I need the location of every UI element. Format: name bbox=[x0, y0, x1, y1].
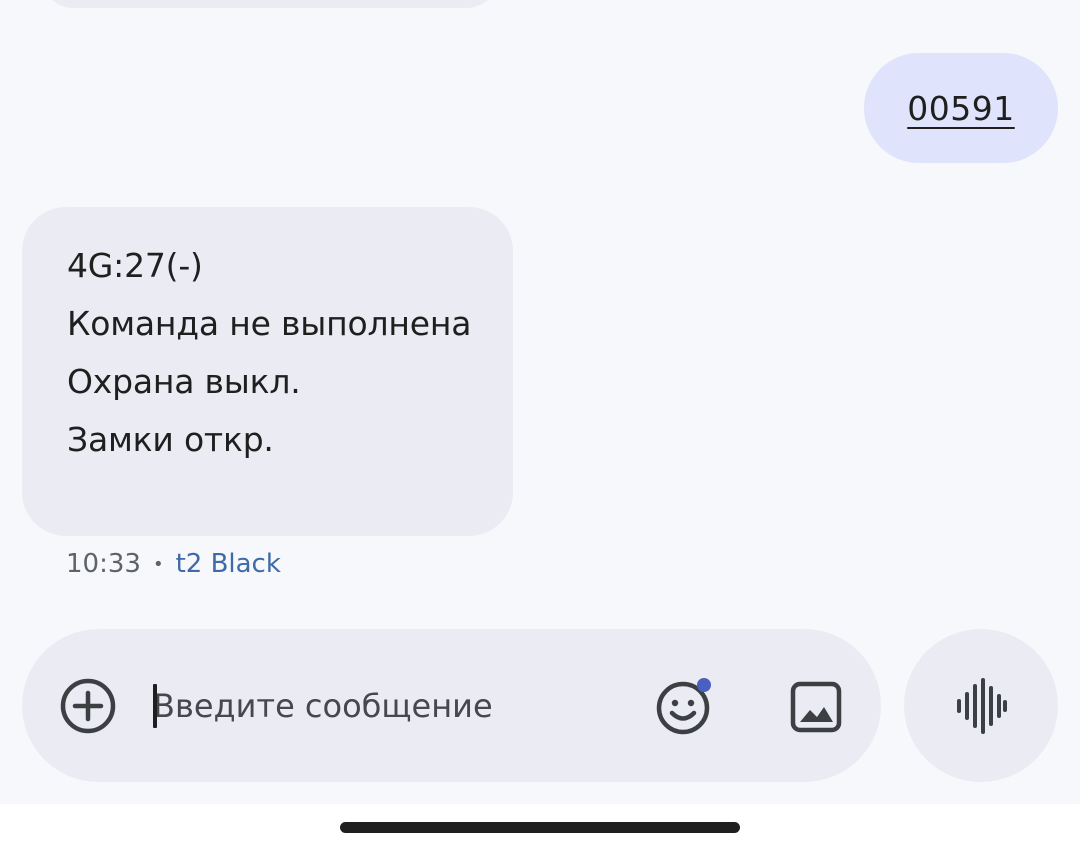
outgoing-message-text[interactable]: 00591 bbox=[907, 89, 1014, 128]
sim-label: t2 Black bbox=[175, 549, 281, 579]
outgoing-message-bubble[interactable]: 00591 bbox=[864, 53, 1058, 163]
image-icon bbox=[790, 681, 842, 733]
message-composer bbox=[22, 629, 881, 782]
message-timestamp: 10:33 bbox=[66, 549, 141, 579]
meta-separator: • bbox=[152, 553, 164, 575]
home-gesture-handle[interactable] bbox=[340, 822, 740, 833]
incoming-message-line: Замки откр. bbox=[67, 420, 274, 459]
add-circle-icon bbox=[60, 678, 116, 734]
previous-message-bubble[interactable] bbox=[40, 0, 500, 8]
notification-dot bbox=[697, 678, 711, 692]
voice-waveform-icon bbox=[957, 677, 1007, 734]
incoming-message-line: 4G:27(-) bbox=[67, 246, 203, 285]
message-meta: 10:33 • t2 Black bbox=[66, 549, 281, 579]
add-attachment-button[interactable] bbox=[59, 677, 117, 735]
navigation-bar bbox=[0, 804, 1080, 849]
incoming-message-line: Команда не выполнена bbox=[67, 304, 472, 343]
incoming-message-line: Охрана выкл. bbox=[67, 362, 301, 401]
message-input[interactable] bbox=[153, 673, 623, 739]
gallery-button[interactable] bbox=[789, 680, 843, 734]
messages-screen: 00591 4G:27(-) Команда не выполнена Охра… bbox=[0, 0, 1080, 849]
incoming-message-bubble[interactable]: 4G:27(-) Команда не выполнена Охрана вык… bbox=[22, 207, 513, 536]
voice-message-button[interactable] bbox=[904, 629, 1058, 782]
text-cursor bbox=[153, 684, 157, 728]
